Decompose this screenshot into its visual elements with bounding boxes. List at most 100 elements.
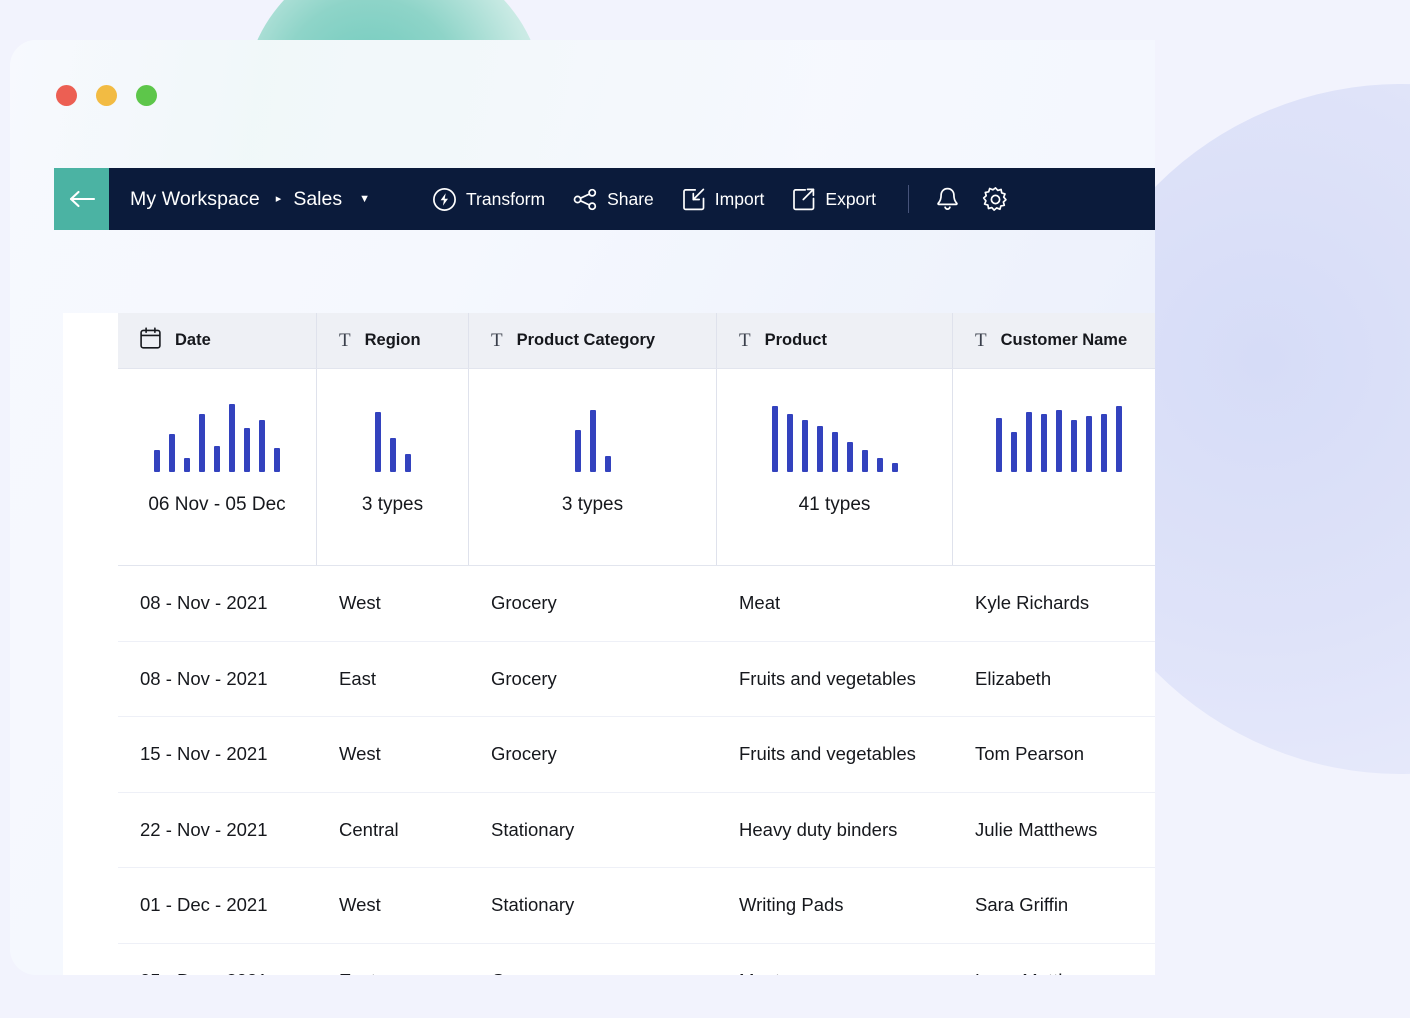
cell-date[interactable]: 08 - Nov - 2021 xyxy=(118,642,317,717)
data-grid: Date T Region T Product Category T Produ… xyxy=(118,313,1155,975)
cell-customer-name[interactable]: Tom Pearson xyxy=(953,717,1155,792)
histogram-bar xyxy=(1086,416,1092,472)
breadcrumb-current-sheet[interactable]: Sales xyxy=(293,188,342,211)
cell-region[interactable]: West xyxy=(317,868,469,943)
cell-product-category[interactable]: Grocery xyxy=(469,717,717,792)
column-header-region[interactable]: T Region xyxy=(317,313,469,368)
cell-region[interactable]: West xyxy=(317,717,469,792)
histogram-bar xyxy=(892,463,898,472)
cell-product-category[interactable]: Grocery xyxy=(469,642,717,717)
summary-cell-customer-name xyxy=(953,369,1155,565)
histogram-bar xyxy=(1116,406,1122,472)
histogram-bar xyxy=(274,448,280,472)
app-window: My Workspace ▸ Sales ▼ Transform xyxy=(10,40,1155,975)
grid-header-row: Date T Region T Product Category T Produ… xyxy=(118,313,1155,369)
summary-label-product-category: 3 types xyxy=(562,494,623,516)
minimize-window-button[interactable] xyxy=(96,85,117,106)
toolbar-actions: Transform Share xyxy=(432,187,876,212)
table-row[interactable]: 01 - Dec - 2021WestStationaryWriting Pad… xyxy=(118,868,1155,944)
close-window-button[interactable] xyxy=(56,85,77,106)
histogram-bar xyxy=(405,454,411,472)
share-button[interactable]: Share xyxy=(573,188,654,211)
cell-date[interactable]: 01 - Dec - 2021 xyxy=(118,868,317,943)
cell-customer-name[interactable]: Julie Matthews xyxy=(953,793,1155,868)
import-button[interactable]: Import xyxy=(682,187,765,211)
histogram-bar xyxy=(229,404,235,472)
histogram-bar xyxy=(1011,432,1017,472)
cell-product[interactable]: Meat xyxy=(717,566,953,641)
histogram-bar xyxy=(375,412,381,472)
export-arrow-icon xyxy=(792,187,816,211)
histogram-bar xyxy=(259,420,265,472)
summary-label-region: 3 types xyxy=(362,494,423,516)
cell-customer-name[interactable]: Kyle Richards xyxy=(953,566,1155,641)
lightning-bolt-circle-icon xyxy=(432,187,457,212)
cell-product-category[interactable]: Stationary xyxy=(469,868,717,943)
table-row[interactable]: 08 - Nov - 2021WestGroceryMeatKyle Richa… xyxy=(118,566,1155,642)
column-header-product-category[interactable]: T Product Category xyxy=(469,313,717,368)
cell-region[interactable]: East xyxy=(317,944,469,976)
breadcrumb-separator-icon: ▸ xyxy=(276,194,282,205)
cell-region[interactable]: Central xyxy=(317,793,469,868)
export-button-label: Export xyxy=(825,189,876,210)
cell-date[interactable]: 15 - Nov - 2021 xyxy=(118,717,317,792)
cell-region[interactable]: West xyxy=(317,566,469,641)
cell-product[interactable]: Heavy duty binders xyxy=(717,793,953,868)
cell-customer-name[interactable]: Elizabeth xyxy=(953,642,1155,717)
column-header-date-label: Date xyxy=(175,331,211,350)
settings-gear-icon xyxy=(982,186,1009,213)
histogram-bar xyxy=(1056,410,1062,472)
table-row[interactable]: 22 - Nov - 2021CentralStationaryHeavy du… xyxy=(118,793,1155,869)
notifications-button[interactable] xyxy=(935,186,960,213)
import-button-label: Import xyxy=(715,189,765,210)
column-header-region-label: Region xyxy=(365,331,421,350)
histogram-bar xyxy=(1101,414,1107,472)
cell-product-category[interactable]: Stationary xyxy=(469,793,717,868)
histogram-bar xyxy=(199,414,205,472)
table-row[interactable]: 05 - Dec - 2021EastGroceryMeatLarry Matt… xyxy=(118,944,1155,976)
cell-customer-name[interactable]: Larry Matthews xyxy=(953,944,1155,976)
table-row[interactable]: 15 - Nov - 2021WestGroceryFruits and veg… xyxy=(118,717,1155,793)
column-header-customer-name[interactable]: T Customer Name xyxy=(953,313,1155,368)
cell-date[interactable]: 08 - Nov - 2021 xyxy=(118,566,317,641)
cell-product-category[interactable]: Grocery xyxy=(469,566,717,641)
back-button[interactable] xyxy=(54,168,109,230)
column-header-date[interactable]: Date xyxy=(118,313,317,368)
histogram-bar xyxy=(1026,412,1032,472)
chevron-down-icon[interactable]: ▼ xyxy=(359,194,370,205)
text-type-icon: T xyxy=(339,331,351,350)
transform-button[interactable]: Transform xyxy=(432,187,545,212)
cell-region[interactable]: East xyxy=(317,642,469,717)
grid-rows: 08 - Nov - 2021WestGroceryMeatKyle Richa… xyxy=(118,566,1155,975)
histogram-bar xyxy=(244,428,250,472)
summary-label-date: 06 Nov - 05 Dec xyxy=(148,494,285,516)
histogram-bar xyxy=(802,420,808,472)
summary-cell-product-category: 3 types xyxy=(469,369,717,565)
export-button[interactable]: Export xyxy=(792,187,876,211)
breadcrumb-workspace[interactable]: My Workspace xyxy=(130,188,260,211)
cell-date[interactable]: 05 - Dec - 2021 xyxy=(118,944,317,976)
table-row[interactable]: 08 - Nov - 2021EastGroceryFruits and veg… xyxy=(118,642,1155,718)
histogram-bar xyxy=(154,450,160,472)
histogram-bar xyxy=(787,414,793,472)
cell-product[interactable]: Fruits and vegetables xyxy=(717,717,953,792)
cell-product[interactable]: Meat xyxy=(717,944,953,976)
maximize-window-button[interactable] xyxy=(136,85,157,106)
summary-cell-product: 41 types xyxy=(717,369,953,565)
grid-summary-row: 06 Nov - 05 Dec 3 types 3 types 41 types xyxy=(118,369,1155,566)
transform-button-label: Transform xyxy=(466,189,545,210)
data-grid-panel: Date T Region T Product Category T Produ… xyxy=(63,313,1155,975)
column-header-product-label: Product xyxy=(765,331,827,350)
cell-product[interactable]: Writing Pads xyxy=(717,868,953,943)
cell-product-category[interactable]: Grocery xyxy=(469,944,717,976)
histogram-date xyxy=(154,404,280,472)
histogram-bar xyxy=(605,456,611,472)
text-type-icon: T xyxy=(975,331,987,350)
cell-product[interactable]: Fruits and vegetables xyxy=(717,642,953,717)
cell-date[interactable]: 22 - Nov - 2021 xyxy=(118,793,317,868)
histogram-product xyxy=(772,404,898,472)
column-header-product[interactable]: T Product xyxy=(717,313,953,368)
cell-customer-name[interactable]: Sara Griffin xyxy=(953,868,1155,943)
settings-button[interactable] xyxy=(982,186,1009,213)
histogram-bar xyxy=(590,410,596,472)
